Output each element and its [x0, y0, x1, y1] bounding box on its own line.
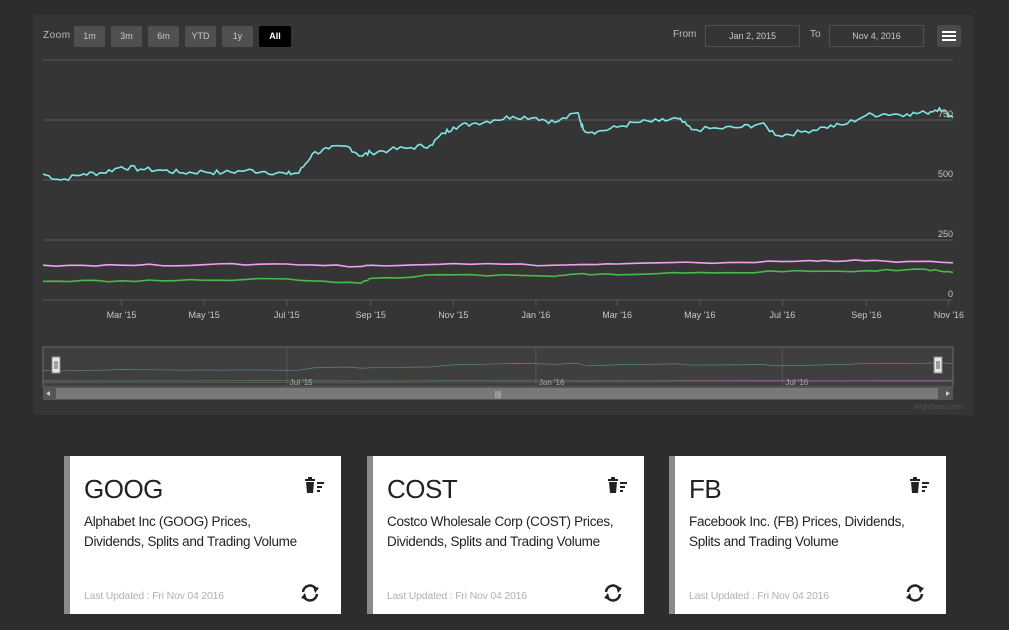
to-label: To	[810, 29, 821, 40]
x-tick-label: Sep '15	[356, 310, 386, 320]
card-last-updated: Last Updated : Fri Nov 04 2016	[84, 590, 224, 602]
card-last-updated: Last Updated : Fri Nov 04 2016	[689, 590, 829, 602]
x-tick-label: Mar '15	[107, 310, 137, 320]
card-ticker: GOOG	[84, 474, 163, 504]
navigator-series	[42, 381, 954, 384]
scroll-left-arrow-icon[interactable]	[46, 391, 50, 396]
to-date-input[interactable]: Nov 4, 2016	[829, 25, 924, 47]
stock-chart-panel: Zoom 1m 3m 6m YTD 1y All From Jan 2, 201…	[33, 15, 973, 415]
x-tick-label: Sep '16	[851, 310, 881, 320]
y-tick-label: 500	[938, 169, 953, 179]
x-tick-label: Jan '16	[522, 310, 551, 320]
x-tick-label: Nov '15	[438, 310, 468, 320]
from-date-input[interactable]: Jan 2, 2015	[705, 25, 800, 47]
series-line	[42, 268, 954, 285]
refresh-icon[interactable]	[602, 583, 624, 603]
card-last-updated: Last Updated : Fri Nov 04 2016	[387, 590, 527, 602]
refresh-icon[interactable]	[904, 583, 926, 603]
x-tick-label: Nov '16	[934, 310, 964, 320]
x-tick-label: Jul '16	[770, 310, 796, 320]
navigator-label: Jan '16	[539, 378, 565, 387]
series-line	[42, 106, 954, 182]
zoom-3m-button[interactable]: 3m	[111, 26, 142, 47]
zoom-label: Zoom	[43, 30, 71, 41]
x-tick-label: May '15	[189, 310, 220, 320]
trash-icon[interactable]	[303, 476, 325, 494]
scroll-right-arrow-icon[interactable]	[946, 391, 950, 396]
y-tick-label: 250	[938, 229, 953, 239]
navigator-handle[interactable]	[933, 356, 943, 374]
zoom-ytd-button[interactable]: YTD	[185, 26, 216, 47]
trash-icon[interactable]	[908, 476, 930, 494]
x-tick-label: May '16	[684, 310, 715, 320]
from-label: From	[673, 29, 697, 40]
trash-icon[interactable]	[606, 476, 628, 494]
card-description: Alphabet Inc (GOOG) Prices, Dividends, S…	[84, 514, 297, 549]
navigator-label: Jul '15	[290, 378, 313, 387]
navigator-series	[43, 380, 954, 382]
y-tick-label: 750	[938, 109, 953, 119]
scrollbar-track	[43, 387, 953, 400]
credits-text: Highcharts.com	[914, 404, 963, 411]
refresh-icon[interactable]	[299, 583, 321, 603]
x-tick-label: Jul '15	[274, 310, 300, 320]
card-description: Facebook Inc. (FB) Prices, Dividends, Sp…	[689, 514, 905, 549]
card-ticker: COST	[387, 474, 458, 504]
navigator-series	[42, 362, 954, 372]
stock-card-fb[interactable]: FB Facebook Inc. (FB) Prices, Dividends,…	[669, 456, 946, 614]
scrollbar-grip: |||	[495, 390, 501, 399]
stock-card-cost[interactable]: COST Costco Wholesale Corp (COST) Prices…	[367, 456, 644, 614]
zoom-6m-button[interactable]: 6m	[148, 26, 179, 47]
stock-card-goog[interactable]: GOOG Alphabet Inc (GOOG) Prices, Dividen…	[64, 456, 341, 614]
zoom-all-button[interactable]: All	[259, 26, 291, 47]
zoom-1m-button[interactable]: 1m	[74, 26, 105, 47]
x-tick-label: Mar '16	[602, 310, 632, 320]
hamburger-menu-icon[interactable]	[937, 25, 961, 47]
price-chart: Mar '15 May '15 Jul '15 Sep '15 Nov '15 Jan '…	[42, 59, 964, 411]
card-ticker: FB	[689, 474, 722, 504]
zoom-1y-button[interactable]: 1y	[222, 26, 253, 47]
scrollbar-thumb[interactable]	[56, 388, 938, 399]
y-tick-label: 0	[948, 289, 953, 299]
series-line	[42, 259, 954, 268]
navigator-window	[42, 346, 954, 388]
navigator-handle[interactable]	[51, 356, 61, 374]
card-description: Costco Wholesale Corp (COST) Prices, Div…	[387, 514, 614, 549]
navigator-label: Jul '16	[785, 378, 808, 387]
